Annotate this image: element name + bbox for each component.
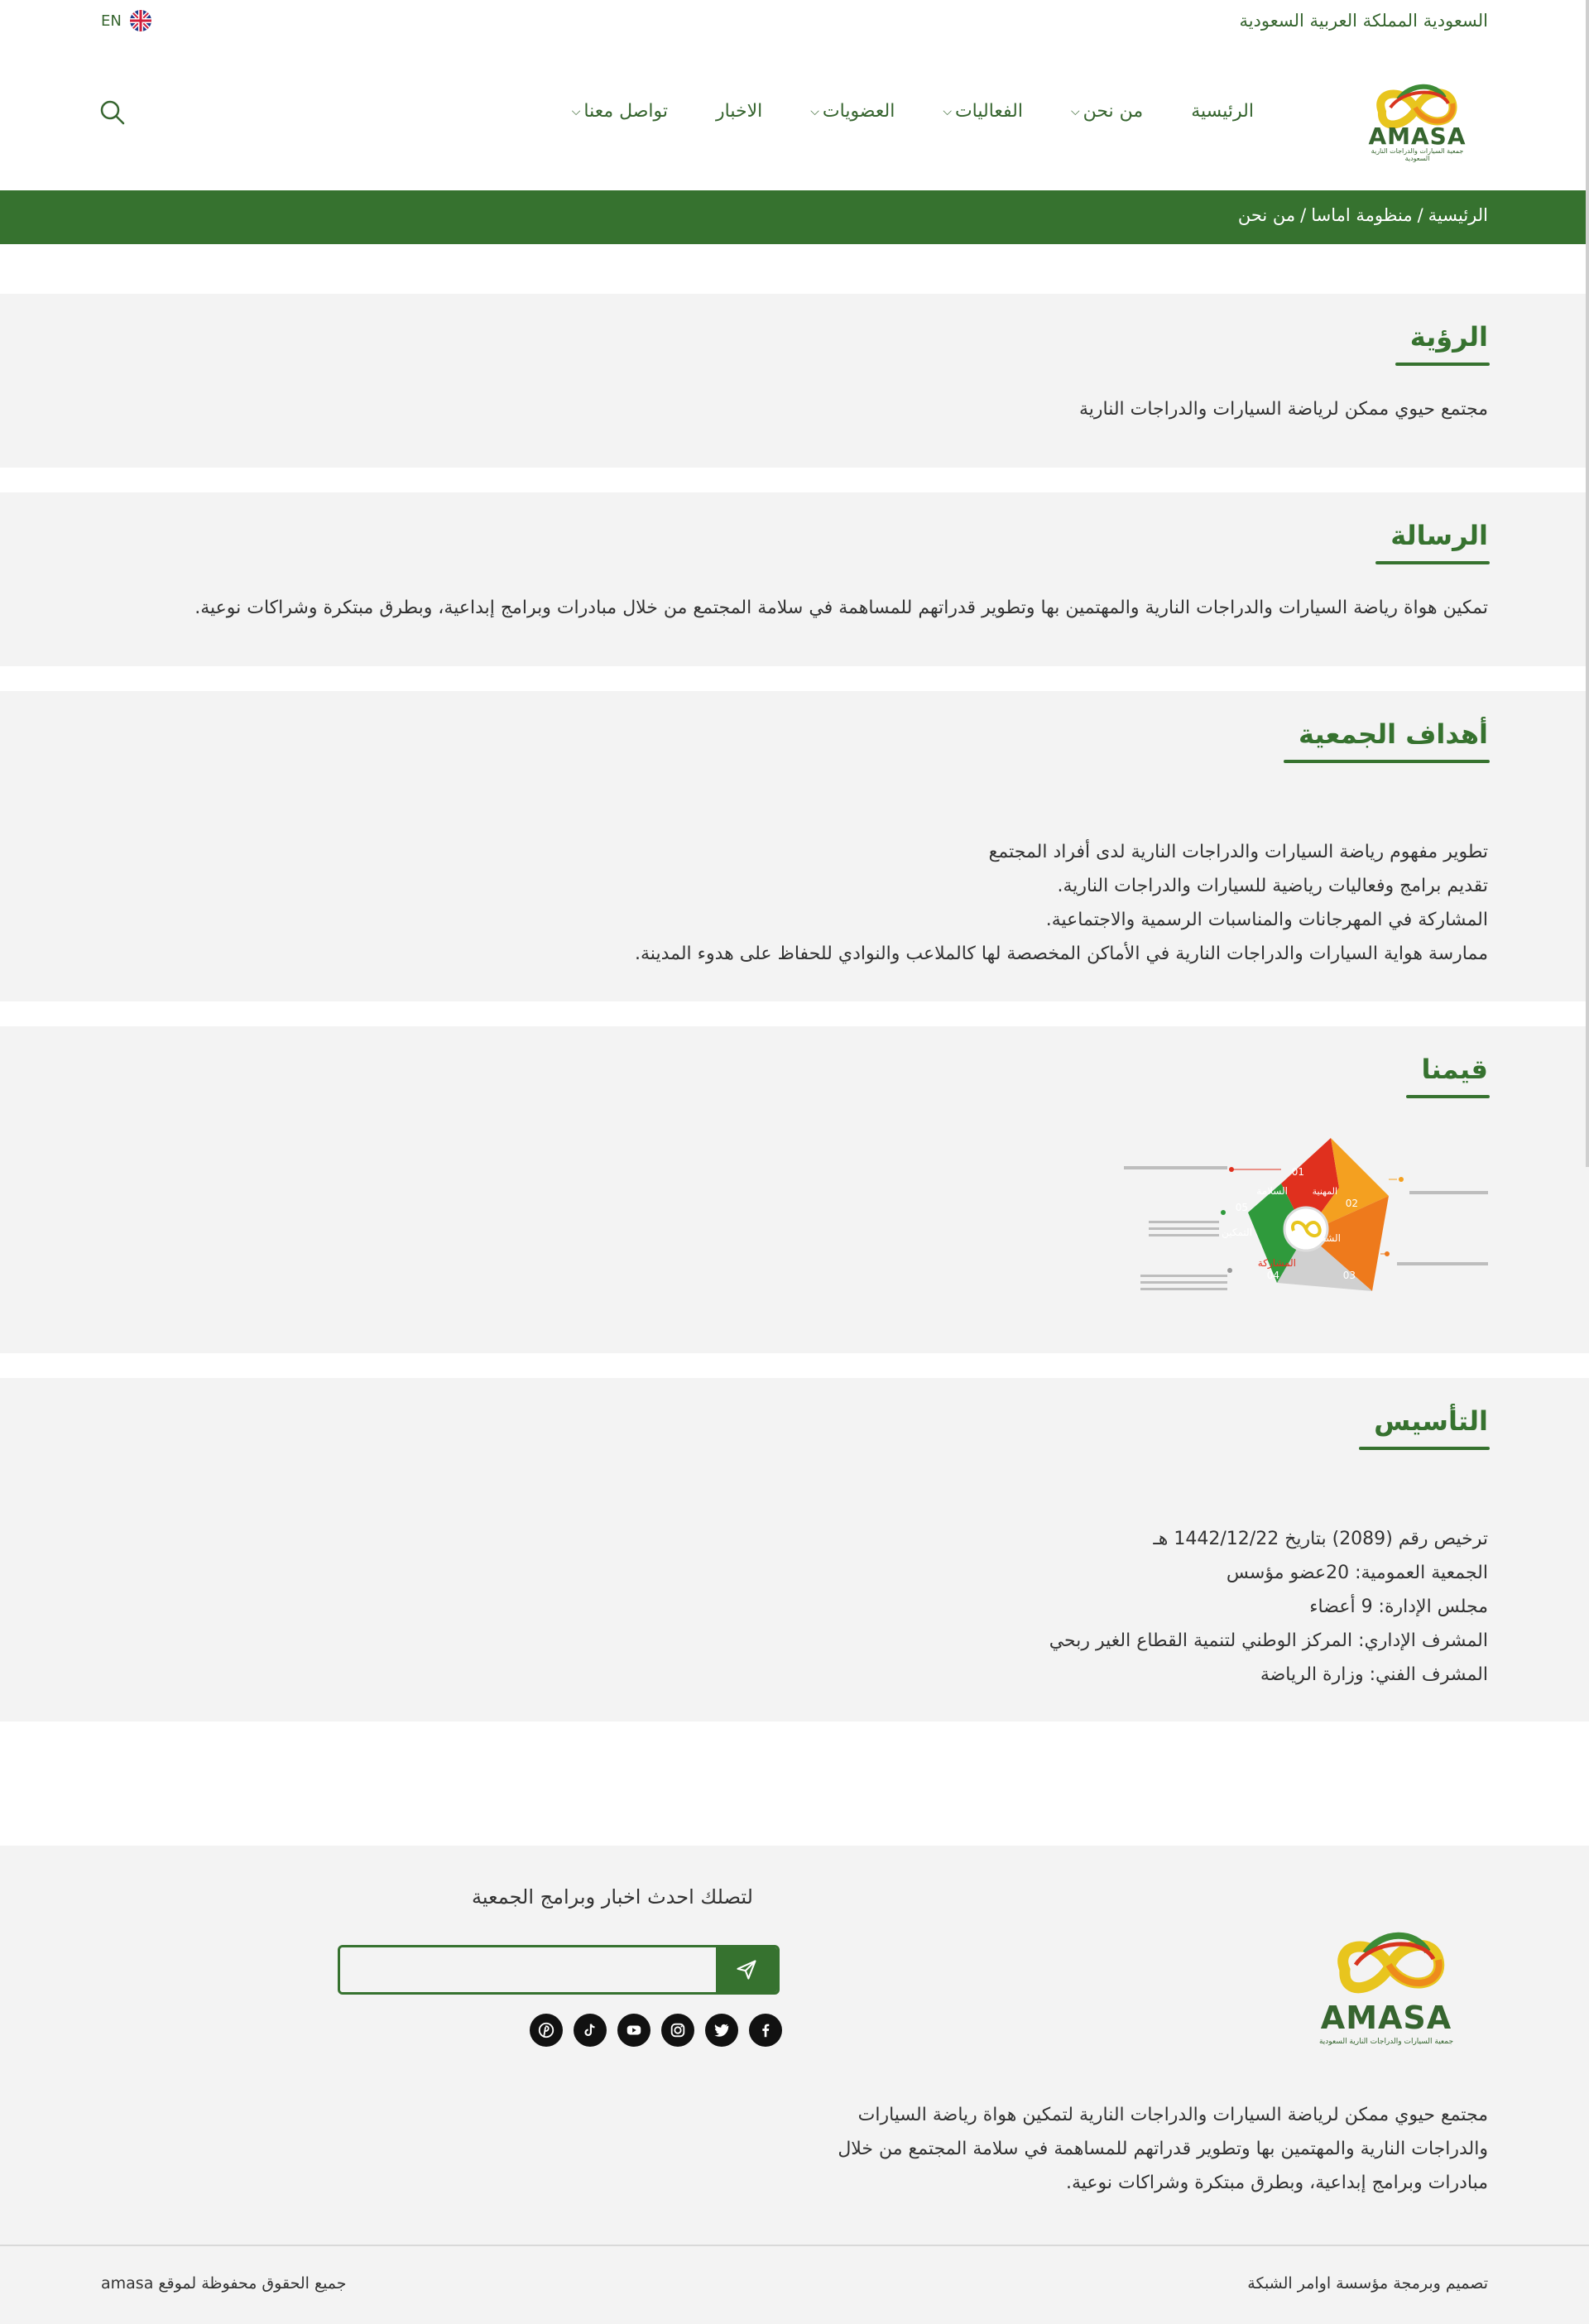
page-scrollbar[interactable]: [1586, 0, 1589, 1167]
nav-memberships[interactable]: العضويات ⌵: [810, 101, 895, 122]
nav-about-label: من نحن: [1083, 101, 1144, 122]
founding-item: المشرف الإداري: المركز الوطني لتنمية الق…: [1049, 1630, 1488, 1651]
goal-item: المشاركة في المهرجانات والمناسبات الرسمي…: [1045, 910, 1488, 930]
footer-logo-icon[interactable]: [1324, 1920, 1457, 2011]
newsletter-title: لتصلك احدث اخبار وبرامج الجمعية: [472, 1885, 753, 1909]
vision-text: مجتمع حيوي ممكن لرياضة السيارات والدراجا…: [1078, 399, 1488, 420]
value-label-safety: السلامة: [1256, 1185, 1288, 1197]
goal-item: تقديم برامج وفعاليات رياضية للسيارات وال…: [1057, 876, 1489, 896]
footer-divider: [0, 2245, 1589, 2246]
nav-home[interactable]: الرئيسية: [1191, 101, 1254, 122]
chevron-down-icon: ⌵: [810, 104, 819, 118]
nav-contact-label: تواصل معنا: [583, 101, 669, 122]
value-num-03: 03: [1343, 1270, 1356, 1281]
founding-item: ترخيص رقم (2089) بتاريخ 1442/12/22 هـ: [1153, 1529, 1488, 1549]
nav-memberships-label: العضويات: [822, 101, 895, 122]
goals-section: أهداف الجمعية تطوير مفهوم رياضة السيارات…: [0, 691, 1589, 1001]
value-num-05: 05: [1236, 1202, 1248, 1213]
facebook-icon[interactable]: [749, 2014, 782, 2047]
nav-events-label: الفعاليات: [954, 101, 1023, 122]
value-label-passion: الشغف: [1311, 1232, 1341, 1244]
value-label-empowerment: التمكين: [1222, 1227, 1252, 1239]
breadcrumb-separator: /: [1300, 205, 1307, 225]
value-label-professionalism: المهنية: [1313, 1186, 1337, 1197]
youtube-icon[interactable]: [617, 2014, 650, 2047]
mission-section: الرسالة تمكين هواة رياضة السيارات والدرا…: [0, 492, 1589, 666]
nav-news[interactable]: الاخبار: [716, 101, 762, 122]
country-label: السعودية المملكة العربية السعودية: [1239, 11, 1488, 31]
newsletter-email-input[interactable]: [340, 1947, 716, 1992]
chevron-down-icon: ⌵: [571, 104, 581, 118]
footer-logo-subtitle: جمعية السيارات والدراجات النارية السعودي…: [1318, 2038, 1454, 2046]
tiktok-icon[interactable]: [574, 2014, 607, 2047]
logo-subtitle: جمعية السيارات والدراجات النارية السعودي…: [1371, 147, 1464, 162]
send-icon: [737, 1960, 756, 1980]
site-header: AMASA جمعية السيارات والدراجات النارية ا…: [0, 41, 1589, 190]
search-icon[interactable]: [98, 98, 127, 127]
nav-news-label: الاخبار: [716, 101, 763, 122]
value-num-01: 01: [1292, 1166, 1304, 1178]
breadcrumb-home[interactable]: الرئيسية: [1428, 205, 1488, 225]
newsletter-form: [338, 1945, 780, 1995]
value-num-02: 02: [1346, 1198, 1358, 1209]
pinterest-icon[interactable]: [530, 2014, 563, 2047]
founding-item: مجلس الإدارة: 9 أعضاء: [1309, 1597, 1488, 1617]
footer-copyright: جميع الحقوق محفوظة لموقع amasa: [101, 2274, 347, 2293]
values-title: قيمنا: [1406, 1054, 1490, 1098]
breadcrumb-amasa[interactable]: منظومة اماسا: [1311, 205, 1412, 225]
footer-description: مجتمع حيوي ممكن لرياضة السيارات والدراجا…: [838, 2105, 1488, 2193]
nav-home-label: الرئيسية: [1191, 101, 1254, 122]
founding-section: التأسيس ترخيص رقم (2089) بتاريخ 1442/12/…: [0, 1378, 1589, 1721]
nav-contact[interactable]: تواصل معنا ⌵: [572, 101, 668, 122]
founding-item: المشرف الفني: وزارة الرياضة: [1260, 1664, 1488, 1685]
founding-item: الجمعية العمومية: 20عضو مؤسس: [1226, 1563, 1488, 1583]
values-diagram: 01 السلامة 02 المهنية الشغف 03 المشاركة …: [1124, 1138, 1488, 1291]
site-footer: AMASA جمعية السيارات والدراجات النارية ا…: [0, 1846, 1589, 2324]
language-label: EN: [101, 12, 122, 30]
logo-text: AMASA: [1368, 122, 1467, 150]
breadcrumb-current: من نحن: [1237, 205, 1296, 225]
top-bar: السعودية المملكة العربية السعودية EN: [0, 0, 1589, 41]
newsletter-submit-button[interactable]: [716, 1947, 777, 1992]
footer-logo-text: AMASA: [1320, 2000, 1452, 2036]
value-num-04: 04: [1267, 1270, 1279, 1281]
twitter-icon[interactable]: [705, 2014, 738, 2047]
vision-section: الرؤية مجتمع حيوي ممكن لرياضة السيارات و…: [0, 294, 1589, 468]
mission-text: تمكين هواة رياضة السيارات والدراجات النا…: [194, 598, 1488, 618]
breadcrumb-separator: /: [1417, 205, 1423, 225]
chevron-down-icon: ⌵: [1070, 104, 1080, 118]
nav-events[interactable]: الفعاليات ⌵: [943, 101, 1023, 122]
language-switch[interactable]: EN: [101, 10, 151, 31]
vision-title: الرؤية: [1395, 321, 1491, 366]
instagram-icon[interactable]: [661, 2014, 694, 2047]
goal-item: ممارسة هواية السيارات والدراجات النارية …: [635, 944, 1488, 964]
chevron-down-icon: ⌵: [943, 104, 952, 118]
founding-title: التأسيس: [1359, 1405, 1490, 1450]
uk-flag-icon: [129, 10, 151, 31]
goal-item: تطوير مفهوم رياضة السيارات والدراجات الن…: [988, 842, 1488, 862]
main-nav: الرئيسية من نحن ⌵ الفعاليات ⌵ العضويات ⌵…: [572, 101, 1254, 122]
nav-about[interactable]: من نحن ⌵: [1071, 101, 1143, 122]
breadcrumb: الرئيسية / منظومة اماسا / من نحن: [1238, 205, 1488, 225]
mission-title: الرسالة: [1375, 520, 1490, 564]
footer-credits[interactable]: تصميم وبرمجة مؤسسة اوامر الشبكة: [1247, 2274, 1488, 2293]
social-links: [530, 2014, 782, 2047]
goals-title: أهداف الجمعية: [1284, 718, 1490, 763]
value-label-participation: المشاركة: [1258, 1257, 1296, 1270]
breadcrumb-bar: الرئيسية / منظومة اماسا / من نحن: [0, 190, 1589, 244]
